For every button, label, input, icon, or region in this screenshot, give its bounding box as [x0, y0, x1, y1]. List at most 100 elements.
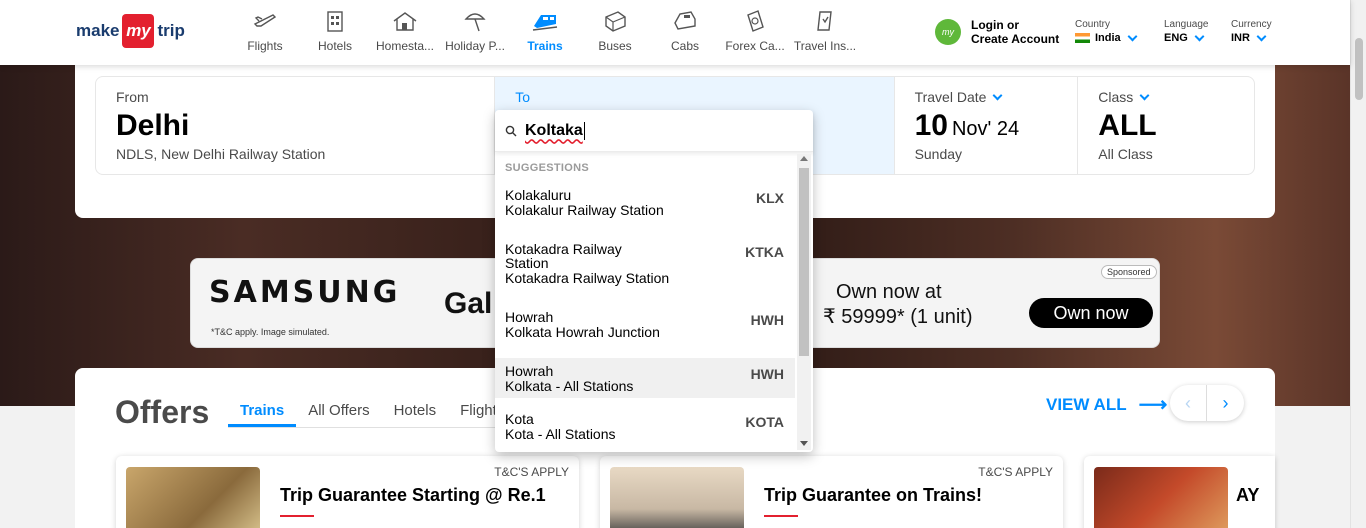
ad-offer-line1: Own now at — [836, 281, 942, 303]
offer-title: Trip Guarantee on Trains! — [764, 485, 983, 505]
dropdown-scrollbar[interactable] — [797, 154, 811, 450]
scroll-up-icon[interactable] — [800, 156, 808, 161]
forex-icon — [741, 8, 769, 34]
suggestion-name: Kotakadra Railway Station — [505, 241, 622, 271]
chevron-right-icon[interactable]: › — [1207, 385, 1244, 421]
nav-forex-card[interactable]: Forex Ca... — [720, 0, 790, 65]
travel-date-month: Nov' 24 — [951, 118, 1020, 140]
tab-all-offers[interactable]: All Offers — [296, 402, 381, 427]
nav-label: Forex Ca... — [725, 39, 785, 53]
travel-date-day: 10 — [914, 109, 948, 142]
nav-flights[interactable]: Flights — [230, 0, 300, 65]
chevron-down-icon — [1256, 31, 1267, 41]
insurance-icon — [811, 8, 839, 34]
logo-trip: trip — [157, 21, 185, 40]
view-all-label: VIEW ALL — [1046, 394, 1127, 414]
offer-image — [1094, 467, 1228, 528]
to-search-input[interactable]: Koltaka — [495, 110, 813, 152]
ad-product: Gal — [444, 287, 493, 320]
nav-label: Hotels — [317, 39, 352, 53]
search-icon — [505, 125, 517, 136]
page-scroll-thumb[interactable] — [1355, 38, 1363, 100]
suggestion-item[interactable]: Kolakaluru Kolakalur Railway Station KLX — [495, 182, 795, 236]
class-value: ALL — [1098, 109, 1157, 142]
language-label: Language — [1164, 19, 1209, 30]
nav-label: Cabs — [670, 39, 699, 53]
suggestion-code: KLX — [756, 190, 784, 206]
makemytrip-logo[interactable]: make my trip — [76, 13, 185, 49]
page-scrollbar[interactable] — [1350, 0, 1366, 528]
nav-holiday-packages[interactable]: Holiday P... — [440, 0, 510, 65]
nav-buses[interactable]: Buses — [580, 0, 650, 65]
travel-date-weekday: Sunday — [914, 146, 963, 162]
suggestion-station: Kolakalur Railway Station — [505, 202, 664, 218]
travel-date-field[interactable]: Travel Date 10 Nov' 24 Sunday — [895, 77, 1079, 174]
suggestion-station: Kolkata Howrah Junction — [505, 324, 660, 340]
suggestions-list: Kolakaluru Kolakalur Railway Station KLX… — [495, 182, 795, 444]
search-query-text: Koltaka — [525, 121, 583, 139]
primary-nav: Flights Hotels Homesta... Holiday P... T… — [230, 0, 860, 65]
suggestion-name: Howrah — [505, 363, 554, 379]
ad-own-now-button[interactable]: Own now — [1029, 298, 1153, 328]
scroll-thumb[interactable] — [799, 168, 809, 356]
chevron-down-icon — [1139, 90, 1150, 100]
nav-homestays[interactable]: Homesta... — [370, 0, 440, 65]
class-label: Class — [1098, 89, 1134, 105]
from-label: From — [116, 89, 149, 105]
india-flag-icon — [1075, 33, 1090, 43]
cab-icon — [671, 8, 699, 34]
suggestion-station: Kolkata - All Stations — [505, 378, 634, 394]
chevron-left-icon[interactable]: ‹ — [1170, 385, 1207, 421]
country-value: India — [1095, 32, 1121, 44]
from-city: Delhi — [116, 109, 190, 142]
to-label: To — [515, 89, 531, 105]
logo-make: make — [76, 21, 120, 40]
logo-my: my — [122, 14, 155, 48]
offer-card[interactable]: AY — [1084, 456, 1275, 528]
travel-date-label: Travel Date — [914, 89, 987, 105]
nav-hotels[interactable]: Hotels — [300, 0, 370, 65]
tab-trains[interactable]: Trains — [228, 402, 297, 427]
offer-card[interactable]: T&C'S APPLY Trip Guarantee on Trains! — [600, 456, 1063, 528]
suggestion-name: Kolakaluru — [505, 187, 572, 203]
nav-cabs[interactable]: Cabs — [650, 0, 720, 65]
homestay-icon — [391, 8, 419, 34]
from-station: NDLS, New Delhi Railway Station — [116, 146, 326, 162]
suggestion-item[interactable]: Howrah Kolkata - All Stations HWH — [495, 358, 795, 398]
offer-card[interactable]: T&C'S APPLY Trip Guarantee Starting @ Re… — [116, 456, 579, 528]
suggestion-item[interactable]: Kota Kota - All Stations KOTA — [495, 398, 795, 444]
suggestion-station: Kota - All Stations — [505, 426, 616, 442]
from-field[interactable]: From Delhi NDLS, New Delhi Railway Stati… — [96, 77, 496, 174]
holiday-icon — [461, 8, 489, 34]
view-all-link[interactable]: VIEW ALL ⟶ — [1046, 392, 1167, 417]
offer-accent-line — [280, 515, 314, 517]
offers-carousel-arrows: ‹ › — [1170, 385, 1244, 421]
suggestion-code: HWH — [750, 312, 784, 328]
suggestion-name: Kota — [505, 411, 534, 427]
login-text: Login or Create Account — [971, 18, 1059, 46]
login-button[interactable]: my Login or Create Account — [935, 18, 1059, 46]
tab-hotels[interactable]: Hotels — [382, 402, 449, 427]
suggestion-item[interactable]: Howrah Kolkata Howrah Junction HWH — [495, 304, 795, 358]
sponsored-badge: Sponsored — [1101, 265, 1157, 279]
nav-trains[interactable]: Trains — [510, 0, 580, 65]
login-line1: Login or — [971, 18, 1019, 32]
suggestions-heading: SUGGESTIONS — [505, 162, 589, 174]
language-value: ENG — [1164, 32, 1188, 44]
language-selector[interactable]: Language ENG — [1164, 19, 1209, 44]
text-caret — [583, 121, 585, 140]
offer-image — [126, 467, 260, 528]
suggestion-code: HWH — [750, 366, 784, 382]
offer-image — [610, 467, 744, 528]
ad-brand: SAMSUNG — [209, 275, 401, 310]
nav-travel-insurance[interactable]: Travel Ins... — [790, 0, 860, 65]
country-selector[interactable]: Country India — [1075, 19, 1138, 44]
flight-icon — [251, 8, 279, 34]
scroll-down-icon[interactable] — [800, 441, 808, 446]
currency-selector[interactable]: Currency INR — [1231, 19, 1272, 44]
offer-tnc: T&C'S APPLY — [494, 465, 569, 479]
offers-tabs: Trains All Offers Hotels Flight — [228, 402, 509, 428]
class-field[interactable]: Class ALL All Class — [1078, 77, 1254, 174]
suggestion-item[interactable]: Kotakadra Railway Station Kotakadra Rail… — [495, 236, 795, 304]
ad-offer-line2: ₹ 59999* (1 unit) — [823, 306, 973, 328]
